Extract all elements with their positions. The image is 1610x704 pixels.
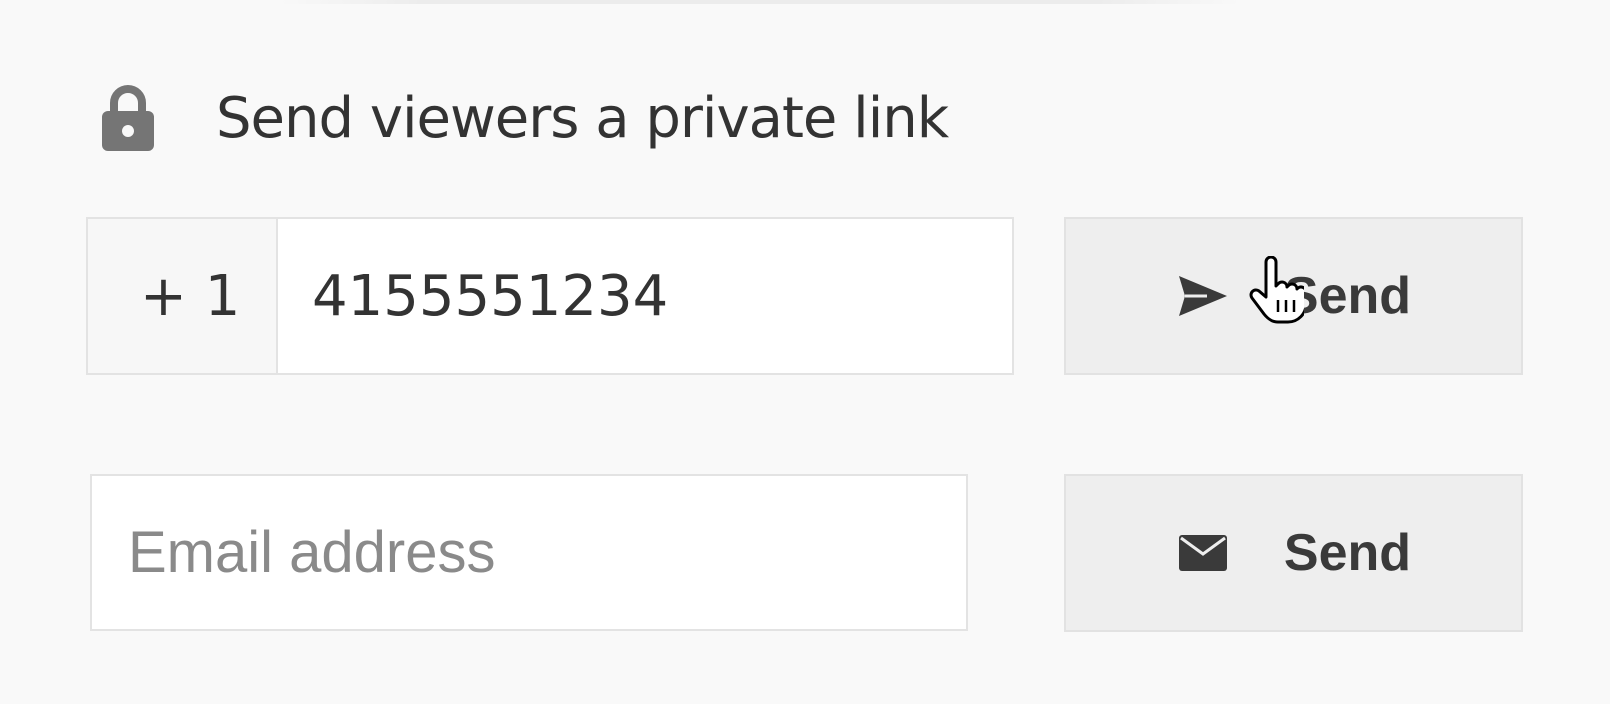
send-sms-label: Send bbox=[1283, 267, 1412, 325]
send-email-label: Send bbox=[1283, 524, 1412, 582]
phone-input-group: + 1 bbox=[86, 217, 1014, 375]
paper-plane-icon bbox=[1176, 269, 1230, 323]
country-code-selector[interactable]: + 1 bbox=[88, 219, 278, 373]
send-email-button[interactable]: Send bbox=[1064, 474, 1523, 632]
lock-icon bbox=[100, 82, 156, 154]
envelope-icon bbox=[1176, 526, 1230, 580]
share-panel: Send viewers a private link + 1 Send Sen… bbox=[0, 0, 1610, 704]
header-title: Send viewers a private link bbox=[216, 85, 949, 151]
phone-number-input[interactable] bbox=[278, 219, 1012, 373]
top-divider bbox=[280, 0, 1240, 4]
email-address-input[interactable] bbox=[90, 474, 968, 631]
send-sms-button[interactable]: Send bbox=[1064, 217, 1523, 375]
private-link-header: Send viewers a private link bbox=[100, 78, 949, 158]
